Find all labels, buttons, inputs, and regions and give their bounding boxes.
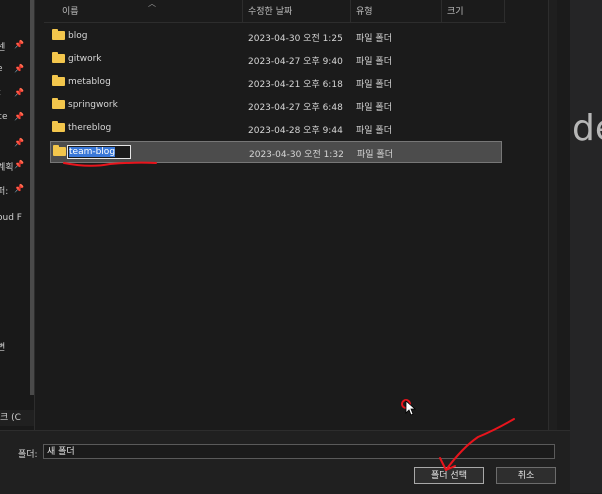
column-divider[interactable] xyxy=(350,0,351,22)
nav-item-label: t xyxy=(0,88,1,98)
file-modified: 2023-04-27 오후 9:40 xyxy=(248,57,343,67)
file-name: blog xyxy=(68,31,88,41)
folder-icon xyxy=(52,98,65,109)
column-size[interactable]: 크기 xyxy=(447,4,464,17)
nav-item-label: ce xyxy=(0,112,8,122)
nav-item[interactable]: oud F xyxy=(0,213,34,227)
nav-item[interactable]: 📌 xyxy=(0,138,34,152)
file-name: thereblog xyxy=(68,123,112,133)
file-row[interactable]: thereblog 2023-04-28 오후 9:44 파일 폴더 xyxy=(50,118,500,138)
file-row[interactable]: blog 2023-04-30 오전 1:25 파일 폴더 xyxy=(50,26,500,46)
nav-item[interactable]: 계획 📌 xyxy=(0,160,34,174)
file-type: 파일 폴더 xyxy=(356,103,392,113)
rename-input[interactable]: team-blog xyxy=(67,145,131,159)
folder-icon xyxy=(52,52,65,63)
file-row[interactable]: springwork 2023-04-27 오후 6:48 파일 폴더 xyxy=(50,95,500,115)
nav-item[interactable]: e 📌 xyxy=(0,64,34,78)
column-name[interactable]: 이름 xyxy=(62,4,79,17)
background-text: de xyxy=(572,108,602,149)
pin-icon: 📌 xyxy=(14,40,24,49)
dialog-footer: 폴더: 새 폴더 폴더 선택 취소 xyxy=(0,430,570,494)
file-modified: 2023-04-30 오전 1:32 xyxy=(249,150,344,160)
nav-item-drive[interactable]: 크 (C xyxy=(0,410,34,426)
column-type[interactable]: 유형 xyxy=(356,4,373,17)
file-type: 파일 폴더 xyxy=(357,150,393,160)
nav-item[interactable]: 변 xyxy=(0,340,34,354)
file-name: gitwork xyxy=(68,54,102,64)
nav-item-label: oud F xyxy=(0,213,22,223)
nav-item-label: 퍼: xyxy=(0,187,9,197)
nav-item-label: e xyxy=(0,64,3,74)
pin-icon: 📌 xyxy=(14,88,24,97)
nav-item[interactable]: ce 📌 xyxy=(0,112,34,126)
pin-icon: 📌 xyxy=(14,138,24,147)
folder-name-field[interactable]: 새 폴더 xyxy=(43,444,555,459)
pin-icon: 📌 xyxy=(14,64,24,73)
file-modified: 2023-04-30 오전 1:25 xyxy=(248,34,343,44)
file-type: 파일 폴더 xyxy=(356,34,392,44)
column-divider[interactable] xyxy=(242,0,243,22)
pin-icon: 📌 xyxy=(14,112,24,121)
column-header: ︿ 이름 수정한 날짜 유형 크기 xyxy=(44,0,506,23)
mouse-cursor-icon xyxy=(405,400,417,416)
nav-item-label: 크 (C xyxy=(0,413,21,423)
column-divider[interactable] xyxy=(441,0,442,22)
rename-input-text: team-blog xyxy=(69,147,116,157)
folder-icon xyxy=(52,75,65,86)
nav-item[interactable]: t 📌 xyxy=(0,88,34,102)
cancel-button[interactable]: 취소 xyxy=(496,467,556,484)
file-name: springwork xyxy=(68,100,118,110)
file-type: 파일 폴더 xyxy=(356,80,392,90)
nav-item-label: 변 xyxy=(0,340,5,353)
nav-item-label: 센 xyxy=(0,40,5,53)
file-row[interactable]: gitwork 2023-04-27 오후 9:40 파일 폴더 xyxy=(50,49,500,69)
file-type: 파일 폴더 xyxy=(356,57,392,67)
file-modified: 2023-04-28 오후 9:44 xyxy=(248,126,343,136)
folder-icon xyxy=(52,29,65,40)
file-modified: 2023-04-27 오후 6:48 xyxy=(248,103,343,113)
folder-icon xyxy=(52,121,65,132)
nav-item-label: 계획 xyxy=(0,163,14,173)
column-modified[interactable]: 수정한 날짜 xyxy=(248,4,292,17)
select-folder-button[interactable]: 폴더 선택 xyxy=(414,467,484,484)
pin-icon: 📌 xyxy=(14,160,24,169)
pin-icon: 📌 xyxy=(14,184,24,193)
folder-field-label: 폴더: xyxy=(18,450,38,460)
nav-item[interactable]: 퍼: 📌 xyxy=(0,184,34,198)
file-row[interactable]: metablog 2023-04-21 오후 6:18 파일 폴더 xyxy=(50,72,500,92)
folder-icon xyxy=(53,145,66,156)
folder-picker-dialog: 센 📌 e 📌 t 📌 ce 📌 📌 계획 📌 퍼: 📌 oud F xyxy=(0,0,570,494)
background-window: de xyxy=(570,0,602,493)
file-row-selected[interactable]: team-blog 2023-04-30 오전 1:32 파일 폴더 xyxy=(50,141,502,163)
file-modified: 2023-04-21 오후 6:18 xyxy=(248,80,343,90)
file-name: metablog xyxy=(68,77,111,87)
nav-item[interactable]: 센 📌 xyxy=(0,40,34,54)
file-type: 파일 폴더 xyxy=(356,126,392,136)
navigation-pane: 센 📌 e 📌 t 📌 ce 📌 📌 계획 📌 퍼: 📌 oud F xyxy=(0,0,35,430)
nav-scrollbar[interactable] xyxy=(30,0,34,395)
column-divider[interactable] xyxy=(504,0,505,22)
file-list-scrollbar[interactable] xyxy=(548,0,557,430)
sort-up-icon: ︿ xyxy=(148,0,156,8)
